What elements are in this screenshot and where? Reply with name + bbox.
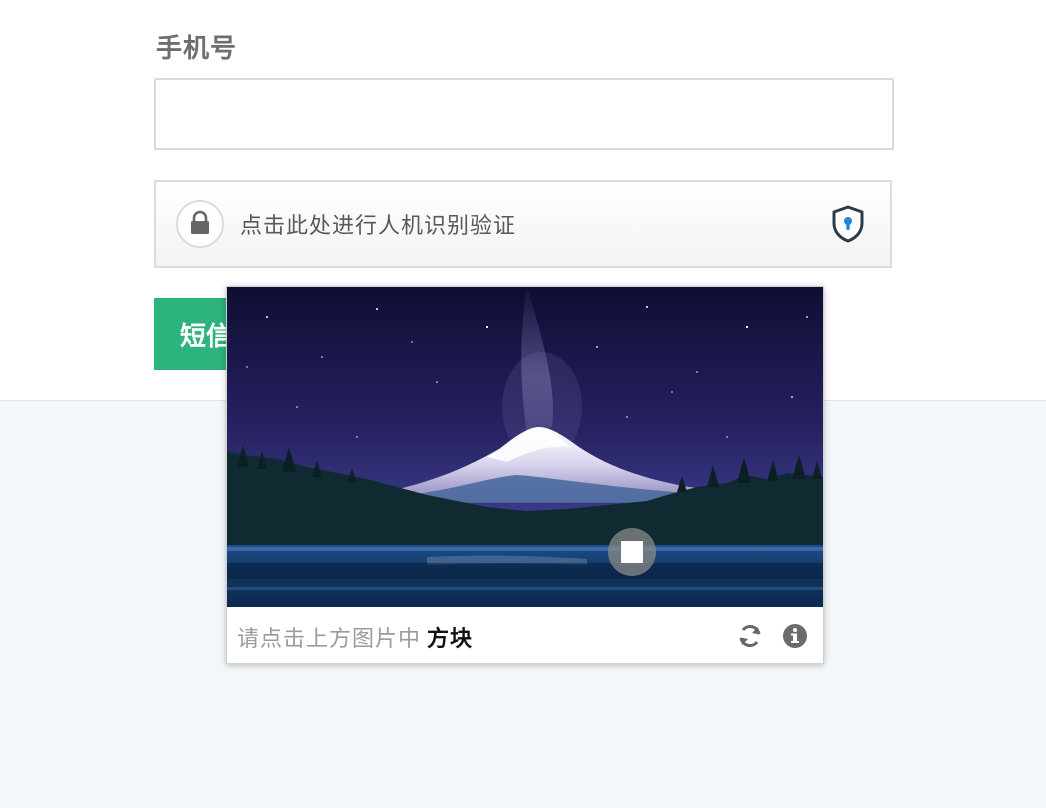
- info-icon[interactable]: [780, 621, 810, 651]
- captcha-popup: 请点击上方图片中 方块: [226, 286, 824, 664]
- page: 手机号 点击此处进行人机识别验证 短信 请点击上方图片中 方块: [0, 0, 1046, 808]
- shield-keyhole-icon: [832, 205, 864, 243]
- captcha-image[interactable]: [227, 287, 823, 607]
- captcha-trigger-text: 点击此处进行人机识别验证: [240, 214, 517, 239]
- captcha-trigger[interactable]: 点击此处进行人机识别验证: [154, 180, 892, 268]
- captcha-instruction: 请点击上方图片中 方块: [237, 621, 473, 653]
- refresh-icon[interactable]: [735, 621, 765, 651]
- instruction-target: 方块: [427, 627, 474, 652]
- phone-input[interactable]: [154, 78, 894, 150]
- target-square-icon[interactable]: [607, 527, 657, 577]
- phone-label: 手机号: [156, 34, 238, 64]
- lock-icon: [176, 200, 224, 248]
- instruction-prefix: 请点击上方图片中: [237, 627, 422, 652]
- popup-footer: 请点击上方图片中 方块: [227, 607, 823, 663]
